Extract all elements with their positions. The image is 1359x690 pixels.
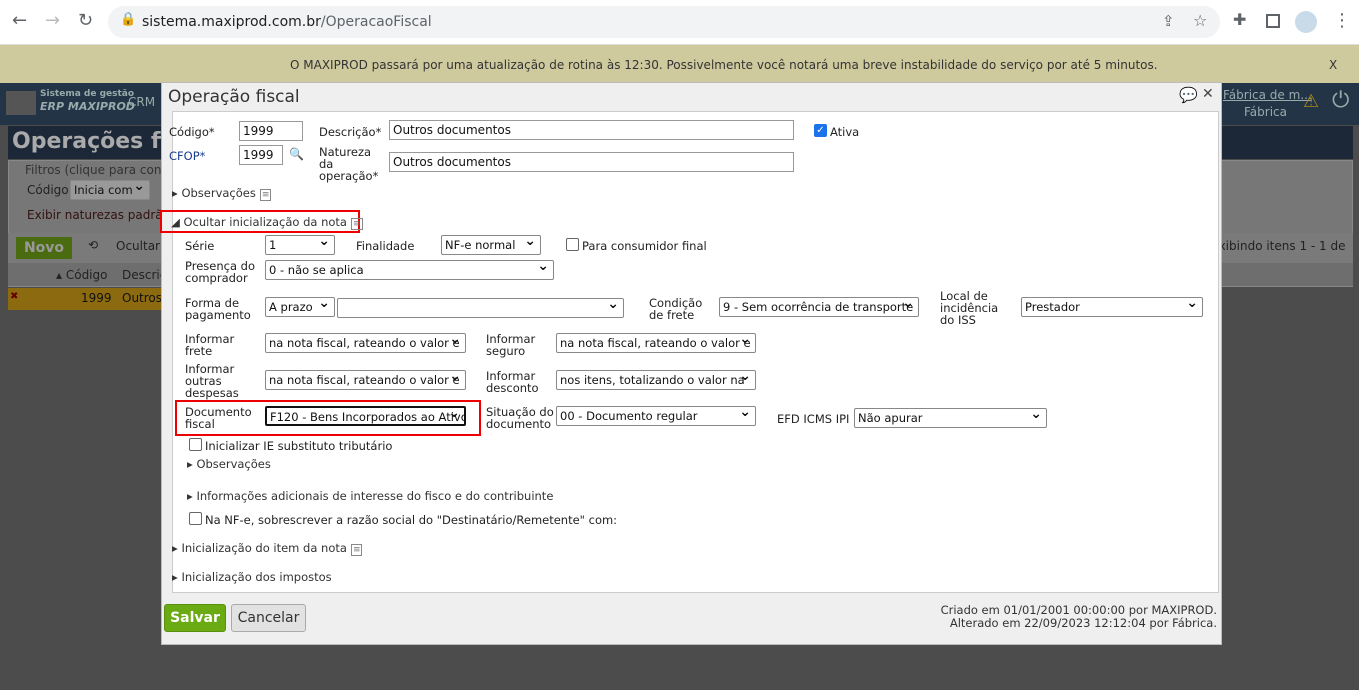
cfop-label[interactable]: CFOP*	[169, 150, 205, 162]
col-codigo[interactable]: Código	[66, 268, 108, 282]
menu-icon[interactable]: ⋮	[1333, 10, 1351, 31]
local-iss-label: Local de incidência do ISS	[940, 289, 999, 327]
informar-frete-select[interactable]: na nota fiscal, rateando o valor e	[265, 333, 466, 353]
company-link[interactable]: Fábrica de m...	[1223, 88, 1312, 102]
natureza-label: Natureza da operação*	[319, 145, 379, 183]
ie-substituto-checkbox[interactable]	[189, 438, 202, 451]
banner-close[interactable]: X	[1329, 58, 1337, 72]
banner-text: O MAXIPROD passará por uma atualização d…	[290, 58, 1158, 72]
profile-avatar[interactable]	[1295, 11, 1317, 33]
consumidor-final-label: Para consumidor final	[582, 239, 707, 253]
dialog-body: Código* 1999 CFOP* 1999 🔍 Descrição* Out…	[160, 111, 1219, 593]
browser-toolbar: ← → ↻ 🔒 sistema.maxiprod.com.br/Operacao…	[0, 0, 1359, 45]
comment-icon[interactable]: 💬	[1179, 86, 1198, 104]
logo-icon	[6, 91, 36, 115]
informar-frete-label: Informar frete	[185, 332, 235, 358]
codigo-input[interactable]: 1999	[239, 121, 303, 141]
address-bar[interactable]: 🔒 sistema.maxiprod.com.br/OperacaoFiscal…	[108, 6, 1220, 38]
ocultar-button[interactable]: Ocultar	[116, 239, 160, 253]
informar-desconto-select[interactable]: nos itens, totalizando o valor na	[556, 370, 756, 390]
back-icon[interactable]: ←	[12, 10, 27, 31]
user-menu[interactable]: Fábrica	[1244, 105, 1287, 119]
row-codigo: 1999	[81, 291, 112, 305]
informar-outras-label: Informar outras despesas	[185, 362, 239, 400]
situacao-label: Situação do documento	[486, 405, 554, 431]
logo-line1: Sistema de gestão	[40, 89, 135, 99]
notes-icon: ≡	[350, 544, 363, 556]
serie-label: Série	[185, 239, 215, 253]
condicao-frete-select[interactable]: 9 - Sem ocorrência de transporte	[719, 297, 919, 317]
filter-codigo-label: Código	[27, 183, 69, 197]
documento-fiscal-label: Documento fiscal	[185, 405, 252, 431]
warning-icon[interactable]: ⚠	[1303, 91, 1319, 112]
sidepanel-icon[interactable]	[1266, 14, 1280, 28]
notes-icon: ≡	[350, 218, 363, 230]
init-impostos-toggle[interactable]: ▸ Inicialização dos impostos	[172, 570, 332, 584]
cfop-input[interactable]: 1999	[239, 145, 283, 165]
finalidade-label: Finalidade	[356, 239, 415, 253]
exibir-naturezas-label: Exibir naturezas padrão	[27, 208, 170, 222]
share-icon[interactable]: ⇪	[1162, 12, 1175, 30]
situacao-select[interactable]: 00 - Documento regular	[556, 406, 756, 426]
documento-fiscal-select[interactable]: F120 - Bens Incorporados ao Ativo	[265, 406, 466, 426]
forward-icon[interactable]: →	[45, 10, 60, 31]
delete-icon[interactable]: ✖	[10, 291, 18, 302]
lock-icon: 🔒	[120, 12, 137, 27]
sobrescrever-checkbox[interactable]	[189, 512, 202, 525]
presenca-label: Presença do comprador	[185, 259, 255, 285]
url-path: /OperacaoFiscal	[320, 14, 432, 30]
operacao-fiscal-dialog: Operação fiscal 💬 ✕ Código* 1999 CFOP* 1…	[160, 82, 1222, 645]
close-icon[interactable]: ✕	[1202, 86, 1214, 102]
search-icon[interactable]: 🔍	[289, 147, 304, 161]
filter-codigo-operator[interactable]: Inicia com	[70, 180, 150, 200]
informar-seguro-select[interactable]: na nota fiscal, rateando o valor e	[556, 333, 756, 353]
local-iss-select[interactable]: Prestador	[1021, 297, 1203, 317]
altered-info: Alterado em 22/09/2023 12:12:04 por Fábr…	[949, 616, 1217, 630]
row-descricao: Outros	[122, 291, 163, 305]
sobrescrever-label: Na NF-e, sobrescrever a razão social do …	[205, 513, 618, 527]
ativa-checkbox[interactable]: ✓	[814, 124, 827, 137]
ativa-label: Ativa	[830, 125, 860, 139]
descricao-input[interactable]: Outros documentos	[389, 120, 794, 140]
consumidor-final-checkbox[interactable]	[566, 238, 579, 251]
refresh-icon[interactable]: ⟲	[88, 238, 98, 252]
init-item-toggle[interactable]: ▸ Inicialização do item da nota ≡	[172, 541, 363, 556]
ocultar-inicializacao-toggle[interactable]: ◢ Ocultar inicialização da nota ≡	[171, 215, 363, 230]
notes-icon: ≡	[259, 189, 272, 201]
ie-substituto-label: Inicializar IE substituto tributário	[205, 439, 393, 453]
novo-button[interactable]: Novo	[16, 237, 72, 259]
efd-label: EFD ICMS IPI	[777, 412, 850, 426]
cancelar-button[interactable]: Cancelar	[231, 604, 306, 632]
forma-pagamento-detail-select[interactable]	[337, 298, 624, 318]
reload-icon[interactable]: ↻	[78, 10, 93, 31]
observacoes-toggle[interactable]: ▸ Observações ≡	[172, 186, 272, 201]
salvar-button[interactable]: Salvar	[164, 604, 226, 632]
extensions-icon[interactable]: ✚	[1233, 10, 1246, 29]
natureza-input[interactable]: Outros documentos	[389, 152, 794, 172]
nav-crm[interactable]: CRM	[128, 95, 155, 109]
power-icon[interactable]: ⏻	[1332, 88, 1349, 113]
descricao-label: Descrição*	[319, 125, 382, 139]
condicao-frete-label: Condição de frete	[649, 296, 703, 322]
dialog-title: Operação fiscal	[168, 87, 300, 107]
forma-pagamento-label: Forma de pagamento	[185, 296, 251, 322]
forma-pagamento-select[interactable]: A prazo	[265, 297, 335, 317]
informar-outras-select[interactable]: na nota fiscal, rateando o valor e	[265, 370, 466, 390]
logo-line2: ERP MAXIPROD	[40, 100, 135, 113]
url-host: sistema.maxiprod.com.br	[142, 14, 321, 30]
info-adicionais-toggle[interactable]: ▸ Informações adicionais de interesse do…	[187, 489, 553, 503]
serie-select[interactable]: 1	[265, 235, 335, 255]
bookmark-star-icon[interactable]: ☆	[1193, 11, 1207, 30]
presenca-select[interactable]: 0 - não se aplica	[265, 260, 554, 280]
maintenance-banner: O MAXIPROD passará por uma atualização d…	[0, 45, 1359, 83]
informar-seguro-label: Informar seguro	[486, 332, 536, 358]
informar-desconto-label: Informar desconto	[486, 369, 539, 395]
codigo-label: Código*	[169, 125, 215, 139]
efd-select[interactable]: Não apurar	[854, 408, 1047, 428]
finalidade-select[interactable]: NF-e normal	[441, 235, 541, 255]
observacoes2-toggle[interactable]: ▸ Observações	[187, 457, 271, 471]
